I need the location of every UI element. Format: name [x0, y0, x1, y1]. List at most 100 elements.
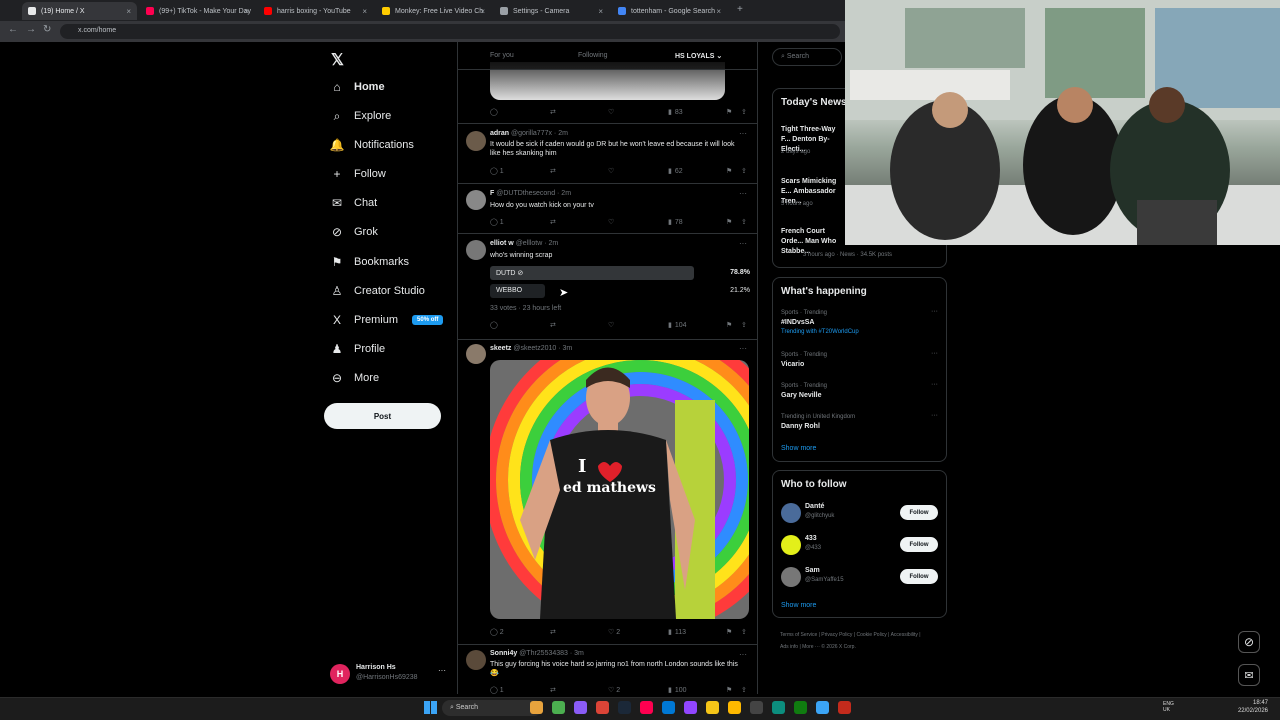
bookmark-icon[interactable]: ⚑: [726, 686, 732, 694]
poll-option[interactable]: WEBBO 21.2%: [490, 284, 750, 298]
tweet[interactable]: elliot w @elllotw · 2m ··· who's winning…: [458, 234, 757, 340]
close-tab-icon[interactable]: ×: [598, 7, 603, 16]
browser-tab[interactable]: harris boxing - YouTube ×: [258, 2, 373, 20]
views-icon[interactable]: ▮ 100: [668, 686, 687, 694]
twitch-icon[interactable]: [684, 701, 697, 714]
more-icon[interactable]: ···: [739, 129, 747, 138]
tweet[interactable]: skeetz @skeetz2010 · 3m ··· I ed mathews…: [458, 340, 757, 645]
share-icon[interactable]: ⇪: [741, 218, 747, 226]
follow-button[interactable]: Follow: [900, 569, 938, 584]
files-icon[interactable]: [706, 701, 719, 714]
close-tab-icon[interactable]: ×: [716, 7, 721, 16]
close-tab-icon[interactable]: ×: [126, 7, 131, 16]
avatar[interactable]: [781, 503, 801, 523]
retweet-icon[interactable]: ⇄: [550, 628, 556, 636]
avatar[interactable]: [781, 535, 801, 555]
bookmark-icon[interactable]: ⚑: [726, 628, 732, 636]
copilot-icon[interactable]: [574, 701, 587, 714]
bookmark-icon[interactable]: ⚑: [726, 108, 732, 116]
url-field[interactable]: x.com/home: [60, 24, 840, 39]
nav-item-explore[interactable]: ⌕ Explore: [330, 109, 392, 123]
share-icon[interactable]: ⇪: [741, 108, 747, 116]
clock-date[interactable]: 22/02/2026: [1208, 708, 1268, 714]
tweet[interactable]: Sonni4y @Thr25534383 · 3m ··· This guy f…: [458, 645, 757, 694]
more-icon[interactable]: ···: [739, 344, 747, 353]
more-icon[interactable]: ···: [931, 381, 938, 388]
author-name[interactable]: elliot w: [490, 240, 514, 247]
tweet-image[interactable]: I ed mathews: [490, 360, 749, 619]
like-icon[interactable]: ♡: [608, 167, 614, 175]
share-icon[interactable]: ⇪: [741, 167, 747, 175]
tweet[interactable]: adran @gorilla777x · 2m ··· It would be …: [458, 124, 757, 184]
avatar[interactable]: [781, 567, 801, 587]
avatar[interactable]: [466, 650, 486, 670]
browser-tab[interactable]: (99+) TikTok - Make Your Day ×: [140, 2, 255, 20]
browser-tab[interactable]: Monkey: Free Live Video Ch ×: [376, 2, 491, 20]
obs-icon[interactable]: [750, 701, 763, 714]
views-icon[interactable]: ▮ 83: [668, 108, 683, 116]
share-icon[interactable]: ⇪: [741, 628, 747, 636]
follow-button[interactable]: Follow: [900, 505, 938, 520]
follow-name[interactable]: 433: [805, 535, 817, 542]
author-name[interactable]: adran: [490, 130, 509, 137]
author-name[interactable]: F: [490, 190, 494, 197]
chrome-icon[interactable]: [552, 701, 565, 714]
x-logo-icon[interactable]: 𝕏: [331, 50, 344, 70]
windows-start-icon[interactable]: [424, 701, 437, 714]
widgets-icon[interactable]: [530, 701, 543, 714]
bookmark-icon[interactable]: ⚑: [726, 167, 732, 175]
nav-item-follow[interactable]: + Follow: [330, 167, 385, 181]
reply-icon[interactable]: ◯: [490, 108, 498, 116]
retweet-icon[interactable]: ⇄: [550, 108, 556, 116]
like-icon[interactable]: ♡: [608, 218, 614, 226]
nav-item-premium[interactable]: X Premium 50% off: [330, 313, 444, 327]
views-icon[interactable]: ▮ 104: [668, 321, 687, 329]
author-name[interactable]: Sonni4y: [490, 650, 517, 657]
post-button[interactable]: Post: [324, 403, 441, 429]
close-tab-icon[interactable]: ×: [480, 7, 485, 16]
avatar[interactable]: [466, 344, 486, 364]
new-tab-button[interactable]: +: [737, 4, 743, 15]
more-icon[interactable]: ···: [739, 189, 747, 198]
share-icon[interactable]: ⇪: [741, 321, 747, 329]
views-icon[interactable]: ▮ 62: [668, 167, 683, 175]
retweet-icon[interactable]: ⇄: [550, 321, 556, 329]
tab-following[interactable]: Following: [578, 52, 608, 59]
close-tab-icon[interactable]: ×: [362, 7, 367, 16]
clock-time[interactable]: 18:47: [1208, 700, 1268, 706]
like-icon[interactable]: ♡: [608, 321, 614, 329]
account-switcher[interactable]: H Harrison Hs @HarrisonHs69238 ···: [330, 664, 448, 684]
chrome-profile-icon[interactable]: [596, 701, 609, 714]
language-indicator[interactable]: ENG UK: [1163, 701, 1177, 713]
retweet-icon[interactable]: ⇄: [550, 218, 556, 226]
poll-option[interactable]: DUTD ⊘ 78.8%: [490, 266, 750, 280]
reply-icon[interactable]: ◯ 2: [490, 628, 504, 636]
more-icon[interactable]: ···: [739, 239, 747, 248]
avatar[interactable]: [466, 131, 486, 151]
tiktok-icon[interactable]: [640, 701, 653, 714]
share-icon[interactable]: ⇪: [741, 686, 747, 694]
more-icon[interactable]: ···: [931, 350, 938, 357]
tweet[interactable]: F @DUTDthesecond · 2m ··· How do you wat…: [458, 184, 757, 234]
nav-item-more[interactable]: ⊖ More: [330, 371, 379, 385]
retweet-icon[interactable]: ⇄: [550, 167, 556, 175]
nav-item-chat[interactable]: ✉ Chat: [330, 196, 377, 210]
avatar[interactable]: [466, 190, 486, 210]
edge-icon[interactable]: [772, 701, 785, 714]
taskbar-search[interactable]: ⌕ Search: [442, 700, 542, 716]
more-icon[interactable]: ···: [931, 412, 938, 419]
avatar[interactable]: [466, 240, 486, 260]
steam-icon[interactable]: [618, 701, 631, 714]
browser-tab[interactable]: (19) Home / X ×: [22, 2, 137, 20]
nav-item-notifications[interactable]: 🔔 Notifications: [330, 138, 414, 152]
browser-tab[interactable]: tottenham - Google Search ×: [612, 2, 727, 20]
capture-icon[interactable]: [816, 701, 829, 714]
reply-icon[interactable]: ◯: [490, 321, 498, 329]
bookmark-icon[interactable]: ⚑: [726, 218, 732, 226]
more-icon[interactable]: ···: [739, 650, 747, 659]
nav-item-grok[interactable]: ⊘ Grok: [330, 225, 378, 239]
reply-icon[interactable]: ◯ 1: [490, 218, 504, 226]
back-icon[interactable]: ←: [8, 24, 18, 35]
calculator-icon[interactable]: [838, 701, 851, 714]
reply-icon[interactable]: ◯ 1: [490, 686, 504, 694]
